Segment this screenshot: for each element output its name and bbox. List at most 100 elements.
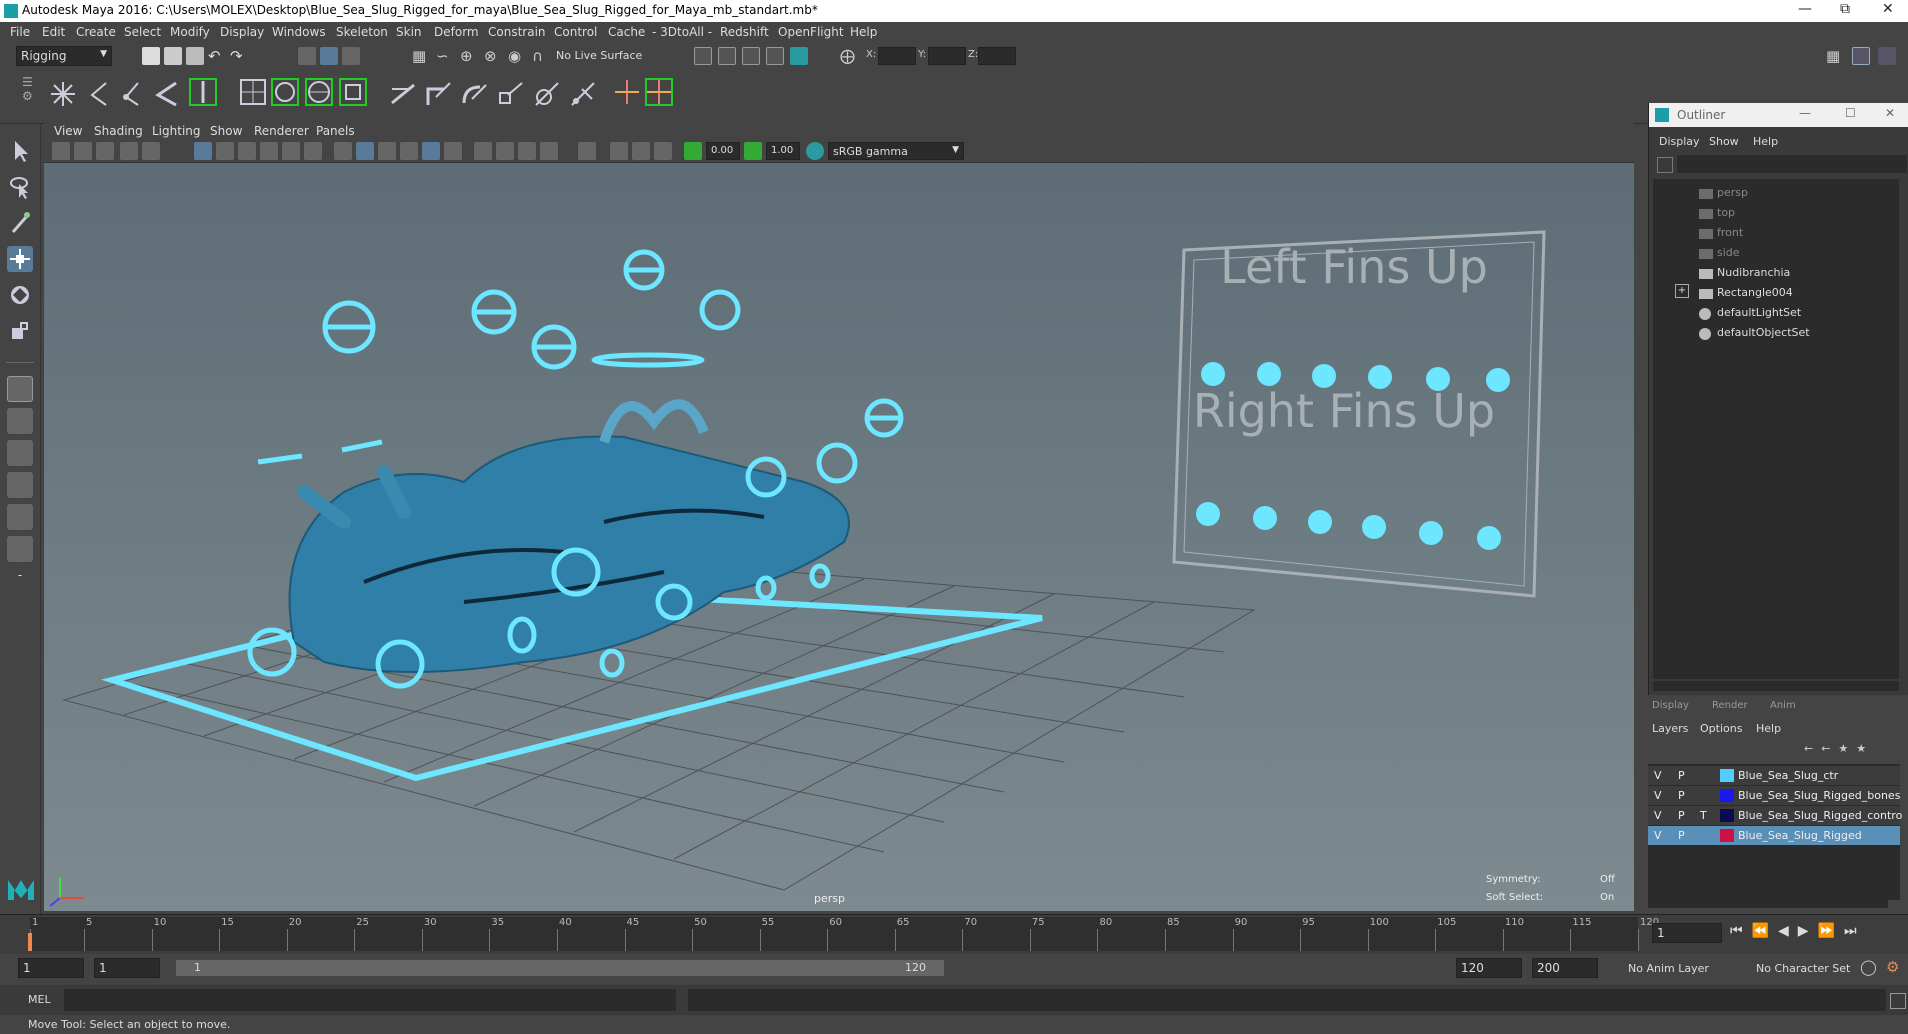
layer-name[interactable]: Blue_Sea_Slug_Rigged	[1738, 829, 1862, 842]
channel-box-icon[interactable]	[1878, 47, 1896, 65]
layer-playback[interactable]: P	[1678, 829, 1685, 842]
menu-create[interactable]: Create	[76, 25, 116, 39]
attribute-editor-icon[interactable]	[1852, 47, 1870, 65]
restore-icon[interactable]: ⧉	[1840, 1, 1850, 17]
wireframe-on-shaded-icon[interactable]	[378, 142, 396, 160]
scale-tool-icon[interactable]	[7, 318, 33, 344]
anim-layer-dropdown[interactable]: No Anim Layer	[1628, 962, 1709, 975]
render-frame-icon[interactable]	[718, 47, 736, 65]
outliner-minimize-icon[interactable]: —	[1799, 106, 1811, 120]
mel-command-input[interactable]	[64, 989, 676, 1011]
tab-display[interactable]: Display	[1652, 700, 1689, 711]
viewport-persp[interactable]: Left Fins Up Right Fins Up persp Symmetr…	[44, 122, 1634, 911]
xray-joints-icon[interactable]	[632, 142, 650, 160]
layers-menu-layers[interactable]: Layers	[1652, 722, 1688, 735]
outliner-menu-display[interactable]: Display	[1659, 135, 1700, 148]
minimize-icon[interactable]: —	[1798, 1, 1812, 17]
constraint-scale-icon[interactable]	[496, 79, 526, 109]
select-hierarchy-icon[interactable]	[298, 47, 316, 65]
layer-color-swatch[interactable]	[1720, 829, 1734, 842]
cluster-icon[interactable]	[270, 77, 300, 107]
outliner-scrollbar[interactable]	[1653, 681, 1899, 691]
layer-playback[interactable]: P	[1678, 789, 1685, 802]
menu-modify[interactable]: Modify	[170, 25, 210, 39]
grease-pencil-icon[interactable]	[142, 142, 160, 160]
exposure-icon[interactable]	[684, 142, 702, 160]
live-surface-label[interactable]: No Live Surface	[556, 49, 642, 62]
menu-file[interactable]: File	[10, 25, 30, 39]
layer-visibility[interactable]: V	[1654, 789, 1662, 802]
y-field[interactable]	[928, 47, 966, 65]
outliner-item-front[interactable]: front	[1717, 226, 1743, 239]
character-set-dropdown[interactable]: No Character Set	[1756, 962, 1850, 975]
xray-icon[interactable]	[610, 142, 628, 160]
sea-slug-body[interactable]	[288, 435, 850, 673]
smooth-shade-icon[interactable]	[356, 142, 374, 160]
snap-curve-icon[interactable]: ∽	[436, 47, 454, 65]
layer-row-selected[interactable]: V P Blue_Sea_Slug_Rigged	[1648, 826, 1900, 845]
outliner-menu-help[interactable]: Help	[1753, 135, 1778, 148]
lattice-icon[interactable]	[238, 77, 268, 107]
modeling-toolkit-icon[interactable]: ▦	[1826, 47, 1844, 65]
layer-playback[interactable]: P	[1678, 769, 1685, 782]
outliner-item-persp[interactable]: persp	[1717, 186, 1748, 199]
vp-menu-lighting[interactable]: Lighting	[152, 124, 201, 138]
backface-culling-icon[interactable]	[654, 142, 672, 160]
hypershade-layout-icon[interactable]	[7, 504, 33, 530]
paint-select-icon[interactable]	[7, 210, 33, 236]
redo-icon[interactable]: ↷	[230, 47, 248, 65]
ipr-render-icon[interactable]	[742, 47, 760, 65]
gate-mask-icon[interactable]	[260, 142, 278, 160]
shelf-menu-icon[interactable]: ☰ ⚙	[22, 75, 33, 115]
open-scene-icon[interactable]	[164, 47, 182, 65]
outliner-close-icon[interactable]: ✕	[1885, 106, 1895, 120]
ik-handle-icon[interactable]	[84, 79, 114, 109]
exposure-field[interactable]: 0.00	[706, 142, 740, 160]
outliner-filter-icon[interactable]	[1657, 157, 1673, 173]
script-editor-icon[interactable]	[1890, 993, 1906, 1009]
save-scene-icon[interactable]	[186, 47, 204, 65]
outliner-item-top[interactable]: top	[1717, 206, 1735, 219]
menu-edit[interactable]: Edit	[42, 25, 65, 39]
layer-scrollbar[interactable]	[1648, 898, 1888, 908]
gamma-icon[interactable]	[744, 142, 762, 160]
transform-input-icon[interactable]: ⨁	[840, 47, 858, 65]
menu-skin[interactable]: Skin	[396, 25, 422, 39]
constraint-pole-icon[interactable]	[568, 79, 598, 109]
animation-prefs-icon[interactable]: ⚙	[1886, 958, 1899, 976]
range-current-field[interactable]: 1	[94, 958, 160, 978]
menu-control[interactable]: Control	[554, 25, 597, 39]
layer-color-swatch[interactable]	[1720, 809, 1734, 822]
motion-blur-icon[interactable]	[496, 142, 514, 160]
gamma-field[interactable]: 1.00	[766, 142, 800, 160]
menu-help[interactable]: Help	[850, 25, 877, 39]
mel-label[interactable]: MEL	[28, 993, 51, 1006]
screen-space-ao-icon[interactable]	[474, 142, 492, 160]
constraint-orient-icon[interactable]	[460, 79, 490, 109]
current-frame-field[interactable]: 1	[1652, 923, 1722, 943]
field-chart-icon[interactable]	[282, 142, 300, 160]
current-time-marker[interactable]	[28, 933, 32, 951]
outliner-item-rectangle004[interactable]: Rectangle004	[1717, 286, 1793, 299]
layer-color-swatch[interactable]	[1720, 789, 1734, 802]
x-field[interactable]	[878, 47, 916, 65]
layer-row[interactable]: V P Blue_Sea_Slug_Rigged_bones	[1648, 786, 1900, 805]
expand-plus-icon[interactable]: +	[1675, 284, 1689, 298]
paint-weights-icon[interactable]	[152, 79, 182, 109]
outliner-menu-show[interactable]: Show	[1709, 135, 1739, 148]
layers-menu-options[interactable]: Options	[1700, 722, 1742, 735]
vp-menu-shading[interactable]: Shading	[94, 124, 143, 138]
end-frame-field[interactable]: 120	[1456, 958, 1522, 978]
menu-deform[interactable]: Deform	[434, 25, 479, 39]
lasso-tool-icon[interactable]	[7, 174, 33, 200]
layers-menu-help[interactable]: Help	[1756, 722, 1781, 735]
maya-home-icon[interactable]	[6, 876, 36, 902]
anti-aliasing-icon[interactable]	[518, 142, 536, 160]
wrap-deformer-icon[interactable]	[304, 77, 334, 107]
menu-constrain[interactable]: Constrain	[488, 25, 546, 39]
menu-skeleton[interactable]: Skeleton	[336, 25, 388, 39]
select-component-icon[interactable]	[342, 47, 360, 65]
close-icon[interactable]: ✕	[1882, 1, 1894, 17]
select-tool-icon[interactable]	[7, 138, 33, 164]
depth-of-field-icon[interactable]	[540, 142, 558, 160]
